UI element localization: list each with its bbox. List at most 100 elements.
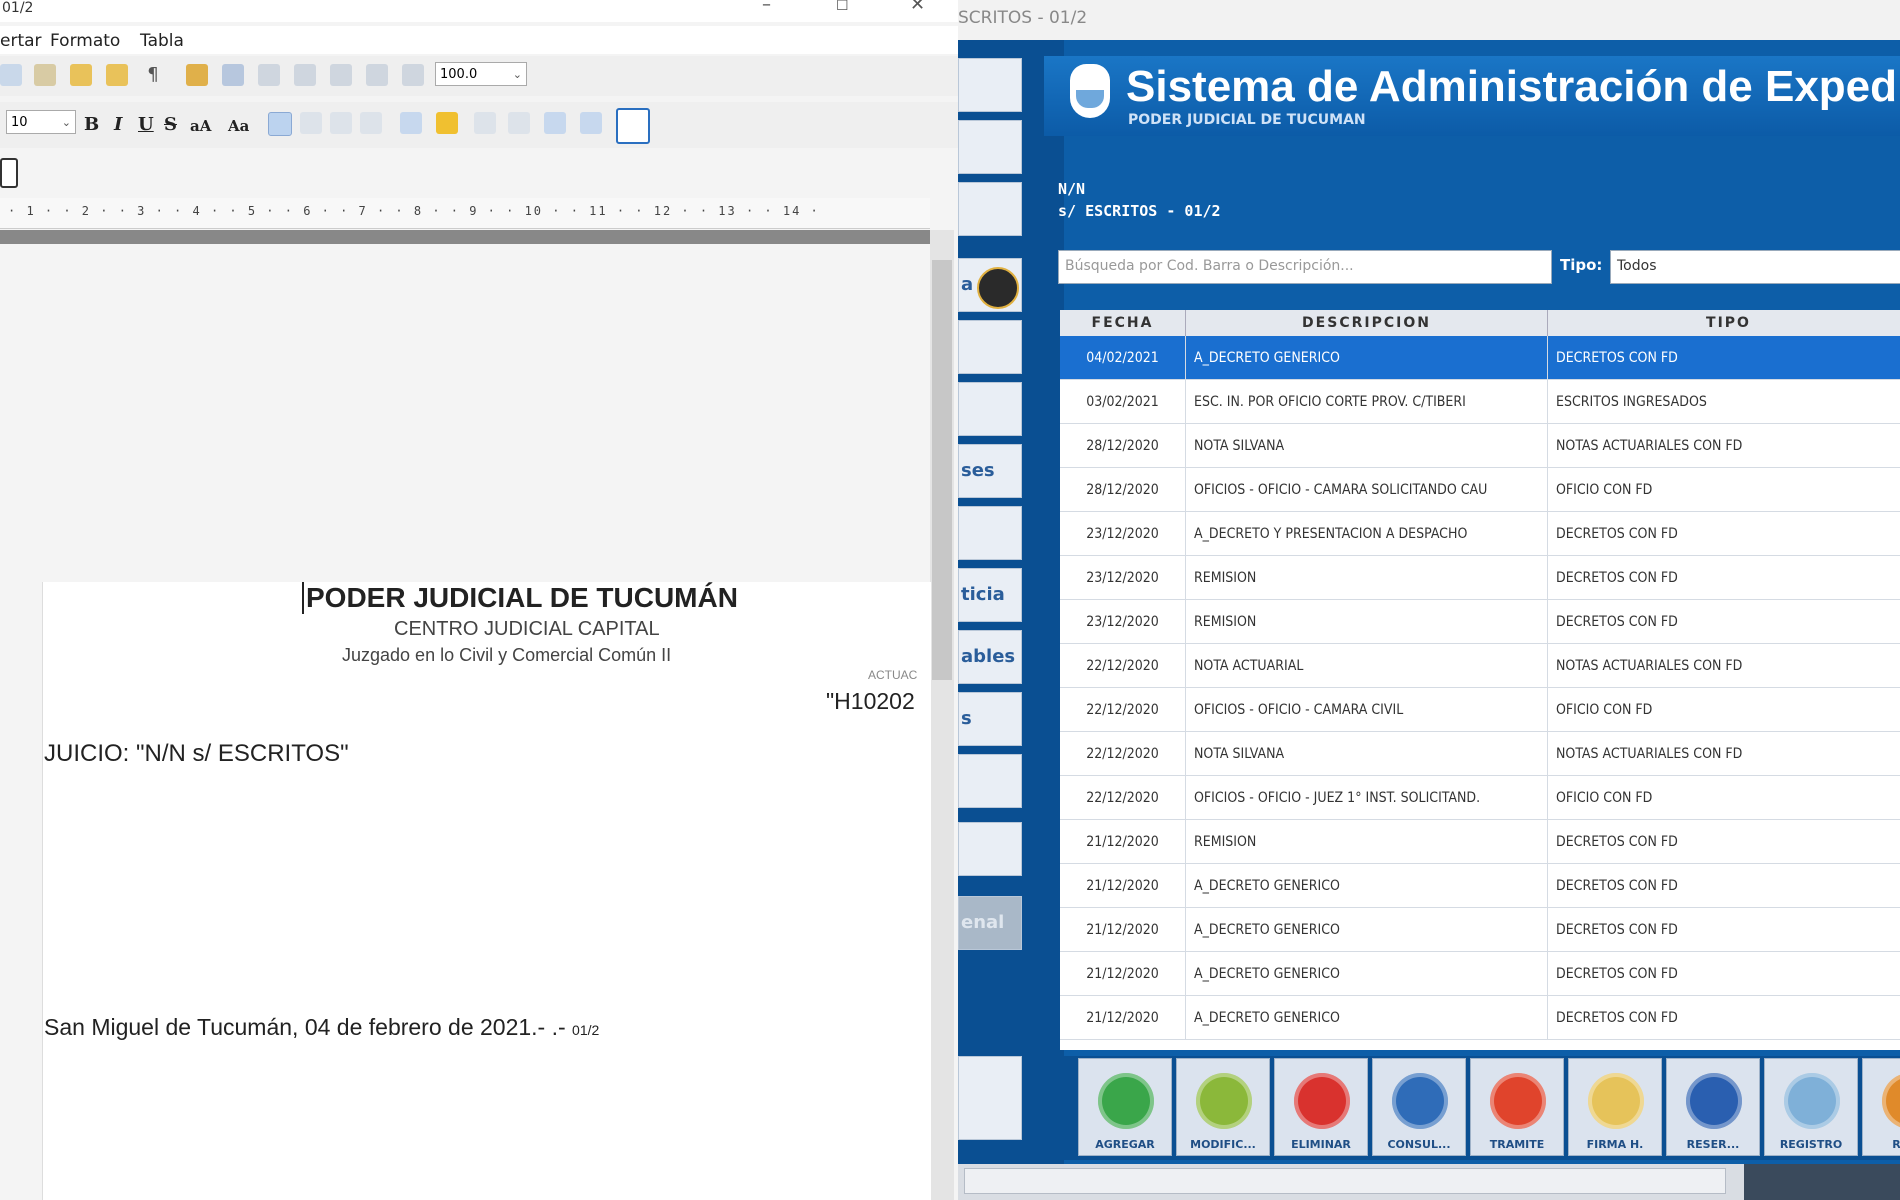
- table-row[interactable]: 23/12/2020 REMISION DECRETOS CON FD: [1060, 556, 1900, 600]
- cell-tipo: NOTAS ACTUARIALES CON FD: [1548, 644, 1900, 688]
- minimize-icon[interactable]: –: [762, 0, 771, 15]
- sidebar-item-8[interactable]: [958, 506, 1022, 560]
- cell-tipo: OFICIO CON FD: [1548, 688, 1900, 732]
- align-left-icon[interactable]: [268, 112, 292, 136]
- repo-button[interactable]: REPO: [1862, 1058, 1900, 1156]
- doc-date-suffix: 01/2: [572, 1022, 600, 1038]
- copy-icon[interactable]: [0, 64, 22, 86]
- menu-insertar[interactable]: ertar: [0, 31, 42, 51]
- column-icon[interactable]: [366, 64, 388, 86]
- editor-scrollbar-thumb[interactable]: [932, 260, 952, 680]
- sidebar-item-5[interactable]: [958, 320, 1022, 374]
- align-center-icon[interactable]: [300, 112, 322, 134]
- modific-button[interactable]: MODIFIC...: [1176, 1058, 1270, 1156]
- registro-button[interactable]: REGISTRO: [1764, 1058, 1858, 1156]
- search-input[interactable]: Búsqueda por Cod. Barra o Descripción...: [1058, 250, 1552, 284]
- lowercase-button[interactable]: Aa: [228, 117, 249, 135]
- maximize-icon[interactable]: ☐: [836, 0, 849, 14]
- insert-frame-icon[interactable]: [258, 64, 280, 86]
- table-row[interactable]: 22/12/2020 NOTA SILVANA NOTAS ACTUARIALES …: [1060, 732, 1900, 776]
- sidebar-item-3[interactable]: [958, 182, 1022, 236]
- align-right-icon[interactable]: [330, 112, 352, 134]
- sidebar-item-7[interactable]: ses: [958, 444, 1022, 498]
- sidebar-item-9[interactable]: ticia: [958, 568, 1022, 622]
- italic-button[interactable]: I: [114, 114, 122, 135]
- column-header-descripcion[interactable]: DESCRIPCION: [1186, 310, 1548, 336]
- table-row[interactable]: 21/12/2020 REMISION DECRETOS CON FD: [1060, 820, 1900, 864]
- document-page[interactable]: [42, 582, 931, 1200]
- sidebar-item-2[interactable]: [958, 120, 1022, 174]
- eliminar-button[interactable]: ELIMINAR: [1274, 1058, 1368, 1156]
- uppercase-button[interactable]: aA: [190, 117, 211, 135]
- numbered-list-icon[interactable]: [508, 112, 530, 134]
- tramite-button[interactable]: TRAMITE: [1470, 1058, 1564, 1156]
- sidebar-item-1[interactable]: [958, 58, 1022, 112]
- table-row[interactable]: 21/12/2020 A_DECRETO GENERICO DECRETOS CON…: [1060, 996, 1900, 1040]
- page-layout-icon[interactable]: [616, 108, 650, 144]
- tipo-select[interactable]: Todos: [1610, 250, 1900, 284]
- province-shield-icon: [1070, 64, 1110, 118]
- edit-mode-icon[interactable]: [0, 158, 18, 188]
- consul-button[interactable]: CONSUL...: [1372, 1058, 1466, 1156]
- actuaciones-table[interactable]: FECHA DESCRIPCION TIPO 04/02/2021 A_DECRE…: [1060, 310, 1900, 1050]
- firmah-button[interactable]: FIRMA H.: [1568, 1058, 1662, 1156]
- cell-fecha: 23/12/2020: [1060, 600, 1186, 644]
- font-size-select[interactable]: 10 ⌄: [6, 110, 76, 134]
- sidebar-item-6[interactable]: [958, 382, 1022, 436]
- sidebar-item-4[interactable]: a: [958, 258, 1022, 312]
- sidebar-item-12[interactable]: [958, 754, 1022, 808]
- insert-table-icon[interactable]: [330, 64, 352, 86]
- table-row[interactable]: 21/12/2020 A_DECRETO GENERICO DECRETOS CON…: [1060, 952, 1900, 996]
- cell-descripcion: A_DECRETO GENERICO: [1186, 336, 1548, 380]
- menu-formato[interactable]: Formato: [50, 31, 120, 51]
- insert-line-icon[interactable]: [294, 64, 316, 86]
- grid-icon[interactable]: [402, 64, 424, 86]
- column-header-tipo[interactable]: TIPO: [1548, 310, 1900, 336]
- pilcrow-icon[interactable]: ¶: [142, 64, 164, 86]
- justify-icon[interactable]: [360, 112, 382, 134]
- indent-icon[interactable]: [580, 112, 602, 134]
- bold-button[interactable]: B: [84, 114, 99, 135]
- close-icon[interactable]: ✕: [910, 0, 925, 15]
- table-row[interactable]: 04/02/2021 A_DECRETO GENERICO DECRETOS CON…: [1060, 336, 1900, 380]
- sidebar-item-13[interactable]: [958, 822, 1022, 876]
- table-row[interactable]: 21/12/2020 A_DECRETO GENERICO DECRETOS CON…: [1060, 864, 1900, 908]
- bullet-list-icon[interactable]: [474, 112, 496, 134]
- strikethrough-button[interactable]: S: [164, 114, 177, 135]
- cell-descripcion: OFICIOS - OFICIO - CAMARA CIVIL: [1186, 688, 1548, 732]
- font-color-icon[interactable]: [400, 112, 422, 134]
- table-row[interactable]: 23/12/2020 A_DECRETO Y PRESENTACION A DES…: [1060, 512, 1900, 556]
- cell-tipo: DECRETOS CON FD: [1548, 512, 1900, 556]
- cell-fecha: 21/12/2020: [1060, 952, 1186, 996]
- sidebar-item-10[interactable]: ables: [958, 630, 1022, 684]
- background-color-icon[interactable]: [436, 112, 458, 134]
- insert-image-icon[interactable]: [222, 64, 244, 86]
- undo-icon[interactable]: [70, 64, 92, 86]
- redo-icon[interactable]: [106, 64, 128, 86]
- outdent-icon[interactable]: [544, 112, 566, 134]
- agregar-button[interactable]: AGREGAR: [1078, 1058, 1172, 1156]
- ruler[interactable]: · 1 · · 2 · · 3 · · 4 · · 5 · · 6 · · 7 …: [0, 198, 930, 229]
- underline-button[interactable]: U: [138, 114, 154, 135]
- reser-button[interactable]: RESER...: [1666, 1058, 1760, 1156]
- sidebar-item-14[interactable]: enal: [958, 896, 1022, 950]
- table-row[interactable]: 21/12/2020 A_DECRETO GENERICO DECRETOS CON…: [1060, 908, 1900, 952]
- column-header-fecha[interactable]: FECHA: [1060, 310, 1186, 336]
- table-row[interactable]: 22/12/2020 NOTA ACTUARIAL NOTAS ACTUARIALE…: [1060, 644, 1900, 688]
- cell-descripcion: NOTA SILVANA: [1186, 732, 1548, 776]
- table-row[interactable]: 22/12/2020 OFICIOS - OFICIO - JUEZ 1° INS…: [1060, 776, 1900, 820]
- table-row[interactable]: 22/12/2020 OFICIOS - OFICIO - CAMARA CIVI…: [1060, 688, 1900, 732]
- table-row[interactable]: 23/12/2020 REMISION DECRETOS CON FD: [1060, 600, 1900, 644]
- sidebar-item-11[interactable]: s: [958, 692, 1022, 746]
- signature-icon: [1588, 1073, 1644, 1129]
- zoom-select[interactable]: 100.0 ⌄: [435, 62, 527, 86]
- highlight-pen-icon[interactable]: [186, 64, 208, 86]
- table-row[interactable]: 28/12/2020 OFICIOS - OFICIO - CAMARA SOLI…: [1060, 468, 1900, 512]
- sidebar-item-14-label: enal: [961, 912, 1005, 933]
- sidebar-item-15[interactable]: [958, 1056, 1022, 1140]
- table-row[interactable]: 03/02/2021 ESC. IN. POR OFICIO CORTE PROV…: [1060, 380, 1900, 424]
- menu-tabla[interactable]: Tabla: [140, 31, 184, 51]
- cell-tipo: DECRETOS CON FD: [1548, 820, 1900, 864]
- table-row[interactable]: 28/12/2020 NOTA SILVANA NOTAS ACTUARIALES …: [1060, 424, 1900, 468]
- paste-icon[interactable]: [34, 64, 56, 86]
